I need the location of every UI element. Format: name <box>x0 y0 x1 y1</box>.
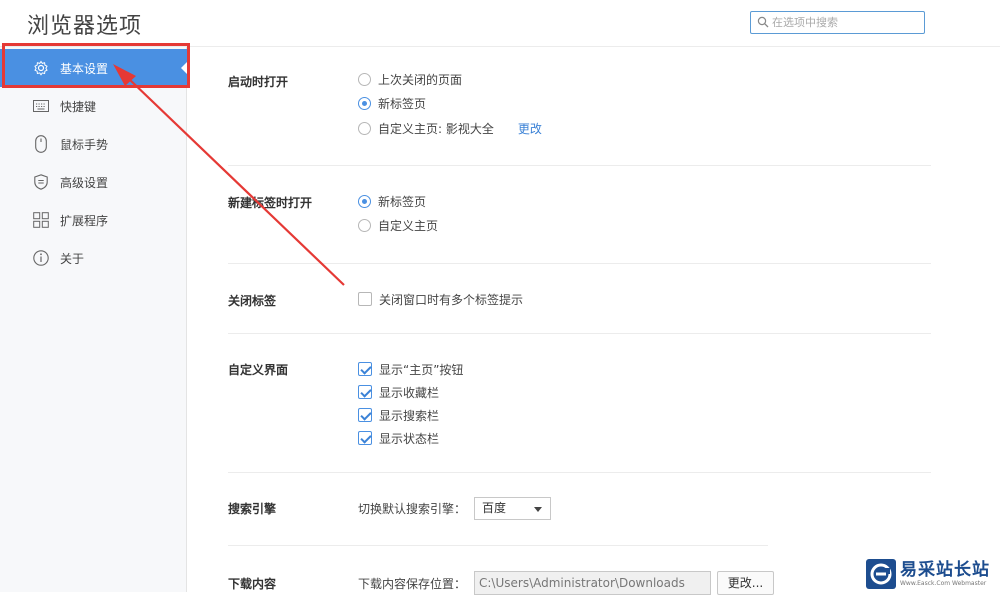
option-label: 新标签页 <box>378 194 427 209</box>
sidebar-item-label: 扩展程序 <box>60 213 109 228</box>
ui-show-bookmarks-checkbox[interactable]: 显示收藏栏 <box>358 383 439 401</box>
download-location-prompt: 下载内容保存位置： <box>358 577 467 591</box>
sidebar-item-label: 鼠标手势 <box>60 137 109 152</box>
change-download-path-button[interactable]: 更改... <box>717 571 774 595</box>
option-label: 关闭窗口时有多个标签提示 <box>379 292 524 307</box>
sidebar-item-about[interactable]: 关于 <box>0 239 187 277</box>
search-engine-prompt: 切换默认搜索引擎： <box>358 502 467 516</box>
logo-icon <box>866 559 896 589</box>
radio-button[interactable] <box>358 121 371 135</box>
divider <box>228 165 931 166</box>
checkbox[interactable] <box>358 292 372 306</box>
settings-content: 启动时打开 上次关闭的页面 新标签页 自定义主页: 影视大全 更改 新建标签时打… <box>188 47 1000 595</box>
search-icon <box>757 16 769 28</box>
section-label-startup: 启动时打开 <box>228 75 289 89</box>
section-label-download: 下载内容 <box>228 577 277 591</box>
radio-button[interactable] <box>358 72 371 86</box>
sidebar-item-extensions[interactable]: 扩展程序 <box>0 201 187 239</box>
search-box[interactable] <box>750 11 925 34</box>
option-label: 显示收藏栏 <box>379 385 440 400</box>
sidebar-item-shortcuts[interactable]: 快捷键 <box>0 87 187 125</box>
watermark-subtext: Www.Easck.Com Webmaster <box>900 579 987 587</box>
extensions-icon <box>32 211 50 229</box>
closetab-warn-checkbox[interactable]: 关闭窗口时有多个标签提示 <box>358 290 523 308</box>
sidebar-item-label: 关于 <box>60 251 85 266</box>
checkbox[interactable] <box>358 385 372 399</box>
mouse-icon <box>32 135 50 153</box>
change-home-link[interactable]: 更改 <box>518 120 542 137</box>
option-label: 显示状态栏 <box>379 431 440 446</box>
option-label: 显示“主页”按钮 <box>379 362 464 377</box>
search-input[interactable] <box>772 14 922 31</box>
download-path-field[interactable]: C:\Users\Administrator\Downloads <box>474 571 711 595</box>
info-icon <box>32 249 50 267</box>
ui-show-status-bar-checkbox[interactable]: 显示状态栏 <box>358 429 439 447</box>
keyboard-icon <box>32 97 50 115</box>
option-label: 显示搜索栏 <box>379 408 440 423</box>
divider <box>228 472 931 473</box>
annotation-highlight-box <box>2 43 190 88</box>
option-label: 自定义主页: 影视大全 <box>378 121 494 136</box>
checkbox[interactable] <box>358 362 372 376</box>
divider <box>228 263 931 264</box>
divider <box>228 545 768 546</box>
sidebar: 基本设置 快捷键 鼠标手势 高级设置 扩展程序 关于 <box>0 47 188 592</box>
radio-button[interactable] <box>358 96 371 110</box>
startup-option-last-session[interactable]: 上次关闭的页面 <box>358 70 462 88</box>
shield-icon <box>32 173 50 191</box>
section-label-search-engine: 搜索引擎 <box>228 502 277 516</box>
checkbox[interactable] <box>358 431 372 445</box>
section-label-custom-ui: 自定义界面 <box>228 363 289 377</box>
page-title: 浏览器选项 <box>27 14 143 39</box>
header-bar: 浏览器选项 <box>0 0 1000 47</box>
option-label: 新标签页 <box>378 96 427 111</box>
option-label: 上次关闭的页面 <box>378 72 463 87</box>
newtab-option-custom-home[interactable]: 自定义主页 <box>358 216 438 234</box>
checkbox[interactable] <box>358 408 372 422</box>
watermark: 易采站长站 Www.Easck.Com Webmaster <box>862 556 1000 592</box>
sidebar-item-mouse-gestures[interactable]: 鼠标手势 <box>0 125 187 163</box>
option-label: 自定义主页 <box>378 218 439 233</box>
newtab-option-new-tab[interactable]: 新标签页 <box>358 192 426 210</box>
divider <box>228 333 931 334</box>
select-value: 百度 <box>482 501 507 515</box>
sidebar-item-label: 高级设置 <box>60 175 109 190</box>
section-label-new-tab: 新建标签时打开 <box>228 196 313 210</box>
ui-show-search-bar-checkbox[interactable]: 显示搜索栏 <box>358 406 439 424</box>
radio-button[interactable] <box>358 194 371 208</box>
radio-button[interactable] <box>358 218 371 232</box>
watermark-brand: 易采站长站 <box>900 559 990 580</box>
chevron-down-icon <box>534 507 542 512</box>
startup-option-new-tab[interactable]: 新标签页 <box>358 94 426 112</box>
search-engine-select[interactable]: 百度 <box>474 497 551 520</box>
ui-show-home-button-checkbox[interactable]: 显示“主页”按钮 <box>358 360 463 378</box>
sidebar-item-label: 快捷键 <box>60 99 97 114</box>
startup-option-custom-home[interactable]: 自定义主页: 影视大全 更改 <box>358 119 542 137</box>
sidebar-item-advanced-settings[interactable]: 高级设置 <box>0 163 187 201</box>
section-label-close-tab: 关闭标签 <box>228 294 277 308</box>
